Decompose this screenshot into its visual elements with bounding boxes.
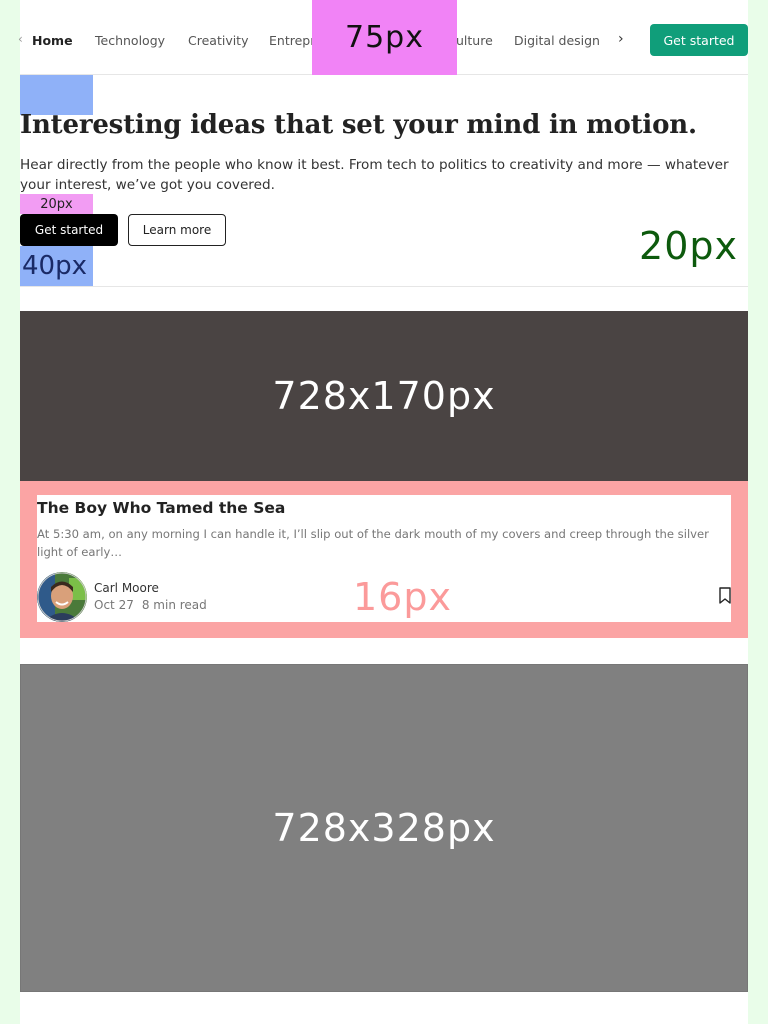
bookmark-icon[interactable]: [718, 587, 732, 605]
gap-annotation: 20px: [639, 224, 738, 268]
hero-subtitle: Hear directly from the people who know i…: [20, 157, 729, 193]
spacing-annotation-small: 20px: [20, 194, 93, 214]
nav-item-technology[interactable]: Technology: [95, 33, 165, 48]
spacing-annotation-large: 40px: [20, 246, 93, 286]
large-image-placeholder[interactable]: 728x328px: [20, 664, 748, 992]
nav-item-home[interactable]: Home: [32, 33, 73, 48]
article-read-time: 8 min read: [141, 598, 207, 612]
spacing-annotation-top: [20, 75, 93, 115]
page-content: ‹ Home Technology Creativity Entrepr ult…: [18, 0, 748, 1024]
article-card[interactable]: The Boy Who Tamed the Sea At 5:30 am, on…: [37, 495, 731, 622]
chevron-left-icon[interactable]: ‹: [18, 32, 23, 46]
section-divider: [20, 286, 748, 287]
topic-nav: ‹ Home Technology Creativity Entrepr ult…: [18, 0, 748, 75]
featured-image-placeholder[interactable]: 728x170px: [20, 311, 748, 481]
learn-more-button[interactable]: Learn more: [128, 214, 226, 246]
article-title[interactable]: The Boy Who Tamed the Sea: [37, 499, 285, 517]
article-meta: Oct 27 8 min read: [94, 598, 207, 612]
card-gap-annotation: 16px: [353, 575, 452, 619]
nav-item-creativity[interactable]: Creativity: [188, 33, 249, 48]
nav-item-entrepreneurship[interactable]: Entrepr: [269, 33, 315, 48]
get-started-button[interactable]: Get started: [20, 214, 118, 246]
author-name[interactable]: Carl Moore: [94, 581, 159, 595]
chevron-right-icon[interactable]: ›: [618, 31, 624, 47]
article-excerpt: At 5:30 am, on any morning I can handle …: [37, 527, 709, 559]
nav-get-started-button[interactable]: Get started: [650, 24, 748, 56]
hero-title: Interesting ideas that set your mind in …: [20, 110, 697, 140]
nav-item-culture[interactable]: ulture: [456, 33, 493, 48]
avatar[interactable]: [37, 572, 87, 622]
article-card-padding-annotation: The Boy Who Tamed the Sea At 5:30 am, on…: [20, 481, 748, 638]
nav-height-annotation: 75px: [312, 0, 457, 75]
article-date: Oct 27: [94, 598, 134, 612]
nav-item-digital-design[interactable]: Digital design: [514, 33, 600, 48]
